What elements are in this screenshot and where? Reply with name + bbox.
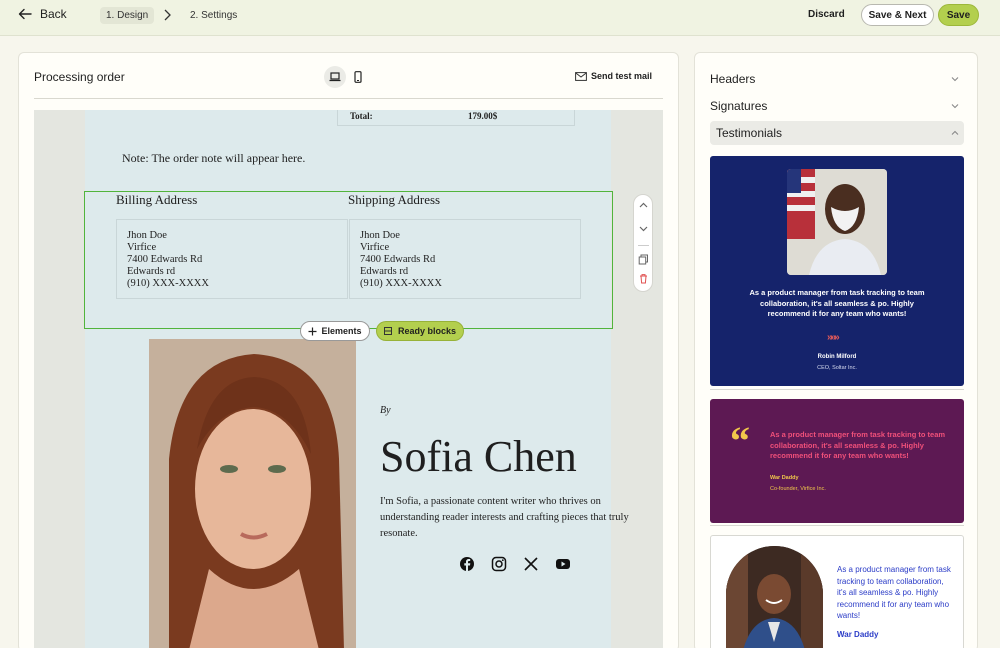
chevrons-decoration: »»» <box>827 332 840 343</box>
mobile-preview-button[interactable] <box>347 66 369 88</box>
testimonial-photo <box>726 546 823 648</box>
testimonial-name: Robin Milford <box>817 354 857 360</box>
chevron-down-icon <box>951 104 959 109</box>
quote-mark-icon: “ <box>730 418 750 463</box>
accordion-testimonials[interactable]: Testimonials <box>710 121 964 145</box>
plus-icon <box>308 327 317 335</box>
email-canvas: Total: 179.00$ Note: The order note will… <box>34 110 663 648</box>
step-design[interactable]: 1. Design <box>100 7 155 24</box>
testimonial-photo <box>787 169 887 275</box>
divider <box>34 98 663 99</box>
x-icon[interactable] <box>523 556 539 572</box>
accordion-label: Signatures <box>710 99 768 113</box>
card-divider <box>710 387 964 390</box>
email-editor: Processing order Send test mail Total: 1… <box>18 52 679 648</box>
chevron-up-icon <box>951 130 959 135</box>
testimonial-card[interactable]: “ As a product manager from task trackin… <box>710 399 964 523</box>
blocks-panel: Headers Signatures Testimonials As a pro… <box>694 52 978 648</box>
card-divider <box>710 523 964 526</box>
block-toolbar <box>633 194 653 292</box>
chevron-right-icon <box>164 9 171 21</box>
author-by-label: By <box>380 405 391 416</box>
portrait-image <box>149 339 356 648</box>
testimonial-role: Co-founder, Virfice Inc. <box>770 486 826 492</box>
editor-header: Processing order Send test mail <box>19 53 678 99</box>
author-photo[interactable] <box>149 339 356 648</box>
testimonial-quote: As a product manager from task tracking … <box>770 430 946 460</box>
send-test-mail-button[interactable]: Send test mail <box>575 71 652 81</box>
template-title: Processing order <box>34 70 125 84</box>
ready-blocks-label: Ready blocks <box>397 326 457 336</box>
testimonial-card[interactable]: As a product manager from task tracking … <box>710 535 964 648</box>
youtube-icon[interactable] <box>555 556 571 572</box>
back-label: Back <box>40 7 67 21</box>
accordion-headers[interactable]: Headers <box>710 67 964 91</box>
send-test-label: Send test mail <box>591 71 653 81</box>
arrow-left-icon <box>18 8 32 20</box>
chevron-down-icon <box>951 77 959 82</box>
move-down-icon[interactable] <box>638 223 649 234</box>
order-total-row: Total: 179.00$ <box>337 110 575 126</box>
accordion-signatures[interactable]: Signatures <box>710 94 964 118</box>
elements-label: Elements <box>321 326 362 336</box>
laptop-icon <box>329 72 341 82</box>
mobile-icon <box>354 71 362 83</box>
testimonial-role: CEO, Soltar Inc. <box>817 365 857 371</box>
step-settings[interactable]: 2. Settings <box>184 7 243 24</box>
blocks-icon <box>383 327 392 335</box>
facebook-icon[interactable] <box>459 556 475 572</box>
total-value: 179.00$ <box>468 111 498 121</box>
author-bio: I'm Sofia, a passionate content writer w… <box>380 496 629 539</box>
elements-button[interactable]: Elements <box>300 321 370 341</box>
testimonial-name: War Daddy <box>770 475 799 481</box>
accordion-label: Testimonials <box>716 126 783 140</box>
total-label: Total: <box>350 111 373 121</box>
toolbar-divider <box>638 245 649 246</box>
discard-button[interactable]: Discard <box>808 9 845 20</box>
order-note[interactable]: Note: The order note will appear here. <box>122 151 305 166</box>
testimonial-quote: As a product manager from task tracking … <box>749 288 925 318</box>
author-name: Sofia Chen <box>380 432 577 481</box>
trash-icon[interactable] <box>638 273 649 284</box>
social-links <box>459 556 571 572</box>
top-bar: Back 1. Design 2. Settings Discard Save … <box>0 0 1000 36</box>
save-next-button[interactable]: Save & Next <box>861 4 934 26</box>
testimonial-card[interactable]: As a product manager from task tracking … <box>710 156 964 386</box>
testimonial-quote: As a product manager from task tracking … <box>837 565 951 620</box>
instagram-icon[interactable] <box>491 556 507 572</box>
testimonial-name: War Daddy <box>837 630 879 639</box>
envelope-icon <box>575 71 587 81</box>
selected-address-block[interactable] <box>84 191 613 329</box>
move-up-icon[interactable] <box>638 200 649 211</box>
ready-blocks-button[interactable]: Ready blocks <box>376 321 464 341</box>
desktop-preview-button[interactable] <box>324 66 346 88</box>
duplicate-icon[interactable] <box>638 254 649 265</box>
back-button[interactable]: Back <box>18 7 67 21</box>
accordion-label: Headers <box>710 72 756 86</box>
save-button[interactable]: Save <box>938 4 979 26</box>
